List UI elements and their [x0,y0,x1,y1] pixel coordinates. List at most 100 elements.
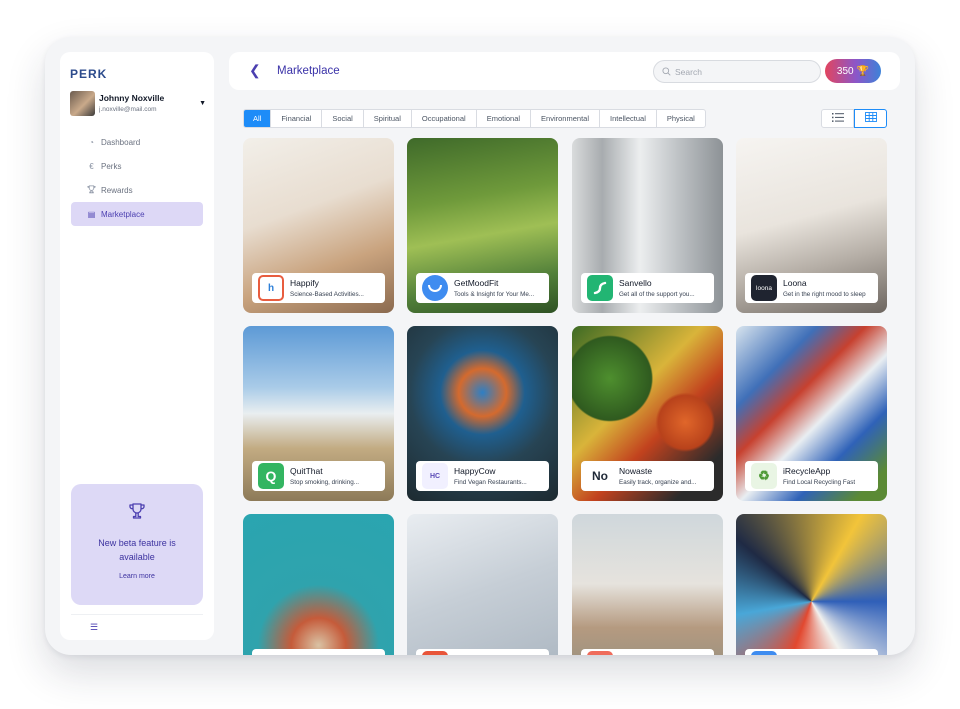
quitthat-logo-icon: Q [258,463,284,489]
app-card-nowaste[interactable]: No Nowaste Easily track, organize and... [572,326,723,501]
filter-all[interactable]: All [244,110,272,127]
sidebar-item-dashboard[interactable]: ◔ Dashboard [71,130,203,154]
card-description: Science-Based Activities... [290,291,364,298]
card-text: Happify Science-Based Activities... [290,278,364,298]
sidebar-item-label: Rewards [101,185,133,195]
user-email: j.noxville@mail.com [99,106,157,113]
filter-physical[interactable]: Physical [657,110,705,127]
avatar [70,90,95,116]
card-title: Nowaste [619,466,653,476]
filter-social[interactable]: Social [322,110,364,127]
sidebar: PERK Johnny Noxville j.noxville@mail.com… [60,52,214,640]
card-info [252,649,385,655]
loona-logo-icon: loona [751,275,777,301]
card-text: Nowaste Easily track, organize and... [619,466,696,486]
app-card-money[interactable] [243,514,394,655]
money-app-logo-icon [258,651,284,655]
sidebar-item-label: Marketplace [101,209,145,219]
search-icon [662,63,671,81]
grid-view-button[interactable] [854,109,887,128]
learn-more-link[interactable]: Learn more [71,573,203,580]
travel-app-logo-icon [587,651,613,655]
card-info: ♻ iRecycleApp Find Local Recycling Fast [745,461,878,491]
card-text: Sanvello Get all of the support you... [619,278,695,298]
art-app-logo-icon [751,651,777,655]
sidebar-item-rewards[interactable]: Rewards [71,178,203,202]
list-view-button[interactable] [821,109,854,128]
card-info [416,649,549,655]
app-card-travel[interactable] [572,514,723,655]
view-toggle [821,109,887,128]
sidebar-nav: ◔ Dashboard € Perks Rewards ▤ Marketplac… [71,130,203,226]
card-info [581,649,714,655]
app-card-art[interactable] [736,514,887,655]
sliders-icon[interactable]: ☰ [90,622,98,633]
filter-intellectual[interactable]: Intellectual [600,110,657,127]
top-bar: ❮ Marketplace 350 🏆 [229,52,900,90]
card-info: HC HappyCow Find Vegan Restaurants... [416,461,549,491]
trophy-icon: 🏆 [856,65,870,77]
card-text: HappyCow Find Vegan Restaurants... [454,466,527,486]
sidebar-item-marketplace[interactable]: ▤ Marketplace [71,202,203,226]
app-card-irecycleapp[interactable]: ♻ iRecycleApp Find Local Recycling Fast [736,326,887,501]
points-badge[interactable]: 350 🏆 [825,59,881,83]
sidebar-item-perks[interactable]: € Perks [71,154,203,178]
happify-logo-icon: h [258,275,284,301]
app-card-happycow[interactable]: HC HappyCow Find Vegan Restaurants... [407,326,558,501]
points-value: 350 [836,65,854,77]
chevron-down-icon[interactable]: ▼ [199,100,206,107]
card-description: Get all of the support you... [619,291,695,298]
trophy-icon [87,185,96,196]
app-card-getmoodfit[interactable]: GetMoodFit Tools & Insight for Your Me..… [407,138,558,313]
card-title: Loona [783,278,807,288]
category-filter-bar: All Financial Social Spiritual Occupatio… [243,109,706,128]
sidebar-item-label: Perks [101,161,122,171]
divider [71,614,203,615]
user-menu[interactable]: Johnny Noxville j.noxville@mail.com ▼ [70,90,206,116]
card-title: GetMoodFit [454,278,499,288]
app-card-notes[interactable] [407,514,558,655]
card-info: loona Loona Get in the right mood to sle… [745,273,878,303]
list-icon [831,112,844,125]
filter-financial[interactable]: Financial [271,110,323,127]
trophy-icon [127,502,147,527]
back-arrow-icon[interactable]: ❮ [249,62,261,79]
filter-occupational[interactable]: Occupational [412,110,477,127]
search-input[interactable] [675,66,805,77]
dashboard-icon: ◔ [89,137,94,147]
brand-logo: PERK [70,67,108,81]
card-text: Loona Get in the right mood to sleep [783,278,866,298]
sidebar-item-label: Dashboard [101,137,141,147]
sanvello-logo-icon [587,275,613,301]
card-info: Q QuitThat Stop smoking, drinking... [252,461,385,491]
card-description: Get in the right mood to sleep [783,291,866,298]
card-info: Sanvello Get all of the support you... [581,273,714,303]
filter-spiritual[interactable]: Spiritual [364,110,412,127]
card-title: QuitThat [290,466,323,476]
app-card-quitthat[interactable]: Q QuitThat Stop smoking, drinking... [243,326,394,501]
filter-emotional[interactable]: Emotional [477,110,532,127]
marketplace-grid: h Happify Science-Based Activities... Ge… [243,138,887,655]
app-card-loona[interactable]: loona Loona Get in the right mood to sle… [736,138,887,313]
search-box[interactable] [653,60,821,83]
card-description: Tools & Insight for Your Me... [454,291,535,298]
card-info: GetMoodFit Tools & Insight for Your Me..… [416,273,549,303]
irecycle-logo-icon: ♻ [751,463,777,489]
card-title: Happify [290,278,319,288]
card-description: Find Local Recycling Fast [783,479,856,486]
card-description: Easily track, organize and... [619,479,697,486]
card-title: Sanvello [619,278,652,288]
store-icon: ▤ [87,209,96,219]
filter-environmental[interactable]: Environmental [531,110,600,127]
card-title: iRecycleApp [783,466,831,476]
grid-icon [864,112,877,125]
card-description: Find Vegan Restaurants... [454,479,527,486]
app-window: PERK Johnny Noxville j.noxville@mail.com… [45,37,915,655]
app-card-sanvello[interactable]: Sanvello Get all of the support you... [572,138,723,313]
card-text: iRecycleApp Find Local Recycling Fast [783,466,855,486]
app-card-happify[interactable]: h Happify Science-Based Activities... [243,138,394,313]
beta-feature-card: New beta feature is available Learn more [71,484,203,605]
card-info [745,649,878,655]
beta-title: New beta feature is available [98,538,176,562]
user-info: Johnny Noxville j.noxville@mail.com [99,93,199,113]
